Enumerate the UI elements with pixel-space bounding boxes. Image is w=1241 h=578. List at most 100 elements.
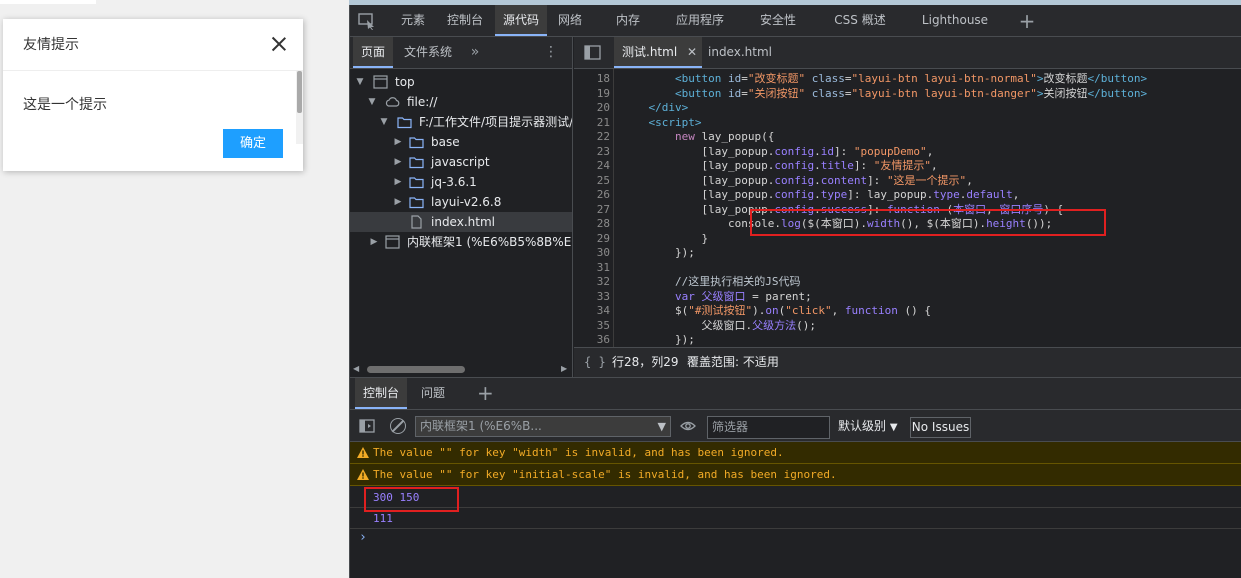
line-number: 27 (596, 202, 610, 216)
devtools-main-tabs: 元素 控制台 源代码 网络 内存 应用程序 安全性 CSS 概述 ⚗ Light… (349, 5, 1241, 58)
code-line: 34 $("#测试按钮").on("click", function () { (574, 304, 1241, 319)
editor-tab-index-html[interactable]: index.html (708, 37, 778, 68)
add-tab-icon[interactable]: + (1017, 11, 1037, 31)
log-level-select[interactable]: 默认级别 ▼ (838, 410, 898, 442)
close-icon[interactable]: ✕ (687, 45, 697, 59)
code-text: [lay_popup.config.type]: lay_popup.type.… (622, 188, 1020, 201)
expanded-triangle-icon[interactable]: ▼ (355, 72, 365, 92)
kebab-menu-icon[interactable]: ⋮ (543, 37, 559, 68)
code-line: 33 var 父级窗口 = parent; (574, 290, 1241, 305)
line-number: 26 (596, 188, 610, 201)
more-tabs-chevron-icon[interactable]: » (467, 37, 483, 68)
context-select-value: 内联框架1 (%E6%B... (420, 419, 542, 433)
drawer-tab-issues[interactable]: 问题 (413, 378, 453, 409)
code-line: 18 <button id="改变标题" class="layui-btn la… (574, 72, 1241, 87)
devtools-left-border (349, 5, 350, 578)
add-tab-icon[interactable]: + (477, 383, 494, 403)
collapsed-triangle-icon[interactable]: ▶ (369, 232, 379, 252)
drawer-tab-console[interactable]: 控制台 (355, 378, 407, 409)
close-icon[interactable] (271, 36, 287, 52)
coverage-status: 覆盖范围: 不适用 (687, 355, 779, 369)
tree-item-label: jq-3.6.1 (431, 175, 477, 189)
tab-memory[interactable]: 内存 (611, 5, 645, 36)
folder-icon (409, 157, 424, 169)
tree-item-top[interactable]: ▼ top (349, 72, 572, 92)
tab-application[interactable]: 应用程序 (669, 5, 731, 36)
popup-scrollbar-thumb[interactable] (297, 71, 302, 113)
tree-item-index-html[interactable]: index.html (349, 212, 572, 232)
expanded-triangle-icon[interactable]: ▼ (367, 92, 377, 112)
console-sidebar-icon[interactable] (359, 419, 375, 433)
dropdown-arrow-icon: ▼ (657, 420, 666, 433)
code-text: } (622, 231, 709, 245)
tab-console[interactable]: 控制台 (441, 5, 489, 36)
code-text: <button id="关闭按钮" class="layui-btn layui… (674, 86, 1148, 100)
tree-item-iframe[interactable]: ▶ 内联框架1 (%E6%B5%8B%E8%A (349, 232, 572, 252)
code-editor: 测试.html ✕ index.html 18 <button id="改变标题… (574, 37, 1241, 377)
tree-item-label: 内联框架1 (%E6%B5%8B%E8%A (407, 235, 572, 249)
scroll-right-arrow-icon[interactable]: ▶ (561, 364, 567, 373)
tab-network[interactable]: 网络 (553, 5, 587, 36)
tree-item-base[interactable]: ▶ base (349, 132, 572, 152)
tab-css-overview[interactable]: CSS 概述 ⚗ (827, 5, 893, 58)
tree-item-jquery[interactable]: ▶ jq-3.6.1 (349, 172, 572, 192)
issues-counter-button[interactable]: No Issues (910, 417, 971, 438)
code-text: 父级窗口.父级方法(); (622, 318, 816, 332)
line-number: 22 (596, 130, 610, 143)
tree-item-origin[interactable]: ▼ file:// (349, 92, 572, 112)
line-number: 24 (596, 159, 610, 172)
live-expression-eye-icon[interactable] (680, 419, 696, 433)
devtools-panel: 元素 控制台 源代码 网络 内存 应用程序 安全性 CSS 概述 ⚗ Light… (349, 0, 1241, 578)
console-prompt-icon[interactable]: › (359, 530, 367, 545)
tree-item-javascript[interactable]: ▶ javascript (349, 152, 572, 172)
code-text: <script> (648, 115, 702, 129)
warning-icon (357, 469, 369, 480)
navigator-horizontal-scrollbar[interactable]: ◀ ▶ (349, 361, 572, 377)
tree-item-layui[interactable]: ▶ layui-v2.6.8 (349, 192, 572, 212)
ok-button[interactable]: 确定 (223, 129, 283, 158)
clear-console-icon[interactable] (390, 418, 406, 434)
expanded-triangle-icon[interactable]: ▼ (379, 112, 389, 132)
file-icon (411, 215, 422, 229)
tree-item-label: file:// (407, 95, 438, 109)
tab-elements[interactable]: 元素 (393, 5, 433, 36)
page-top-stripe (0, 0, 96, 4)
collapsed-triangle-icon[interactable]: ▶ (393, 152, 403, 172)
editor-status-bar: { } 行28，列29 覆盖范围: 不适用 (574, 347, 1241, 377)
tab-lighthouse[interactable]: Lighthouse (921, 5, 989, 36)
code-text: <button id="改变标题" class="layui-btn layui… (674, 72, 1148, 85)
code-text: </div> (648, 101, 689, 114)
code-text: [lay_popup.config.id]: "popupDemo", (622, 144, 934, 158)
line-number: 19 (596, 86, 610, 100)
collapsed-triangle-icon[interactable]: ▶ (393, 132, 403, 152)
line-number: 35 (596, 318, 610, 332)
tab-sources[interactable]: 源代码 (495, 5, 547, 36)
folder-icon (409, 197, 424, 209)
collapsed-triangle-icon[interactable]: ▶ (393, 192, 403, 212)
line-number: 29 (596, 231, 610, 245)
toggle-navigator-icon[interactable] (584, 45, 601, 60)
context-select[interactable]: 内联框架1 (%E6%B... ▼ (415, 416, 671, 437)
code-line: 23 [lay_popup.config.id]: "popupDemo", (574, 145, 1241, 160)
editor-tab-test-html[interactable]: 测试.html ✕ (614, 37, 702, 68)
pretty-print-braces-icon[interactable]: { } (584, 348, 606, 376)
code-text: //这里执行相关的JS代码 (674, 275, 801, 288)
code-area[interactable]: 18 <button id="改变标题" class="layui-btn la… (574, 69, 1241, 347)
tab-security[interactable]: 安全性 (753, 5, 803, 36)
tab-filesystem[interactable]: 文件系统 (399, 37, 457, 68)
line-number: 34 (596, 304, 610, 317)
highlight-box-code (750, 209, 1106, 236)
scroll-left-arrow-icon[interactable]: ◀ (353, 364, 359, 373)
popup-scrollbar[interactable] (296, 71, 303, 144)
code-text: }); (622, 333, 695, 346)
inspect-element-icon[interactable] (357, 12, 377, 30)
console-toolbar: 内联框架1 (%E6%B... ▼ 筛选器 默认级别 ▼ No Issues (349, 410, 1241, 442)
dropdown-arrow-icon: ▼ (889, 422, 898, 433)
tree-item-folder-root[interactable]: ▼ F:/工作文件/项目提示器测试/ (349, 112, 572, 132)
page-viewport: 友情提示 这是一个提示 确定 (0, 0, 349, 578)
filter-input[interactable]: 筛选器 (707, 416, 830, 439)
scrollbar-thumb[interactable] (367, 366, 465, 373)
popup-title: 友情提示 (3, 19, 303, 71)
tab-page[interactable]: 页面 (353, 37, 393, 68)
collapsed-triangle-icon[interactable]: ▶ (393, 172, 403, 192)
